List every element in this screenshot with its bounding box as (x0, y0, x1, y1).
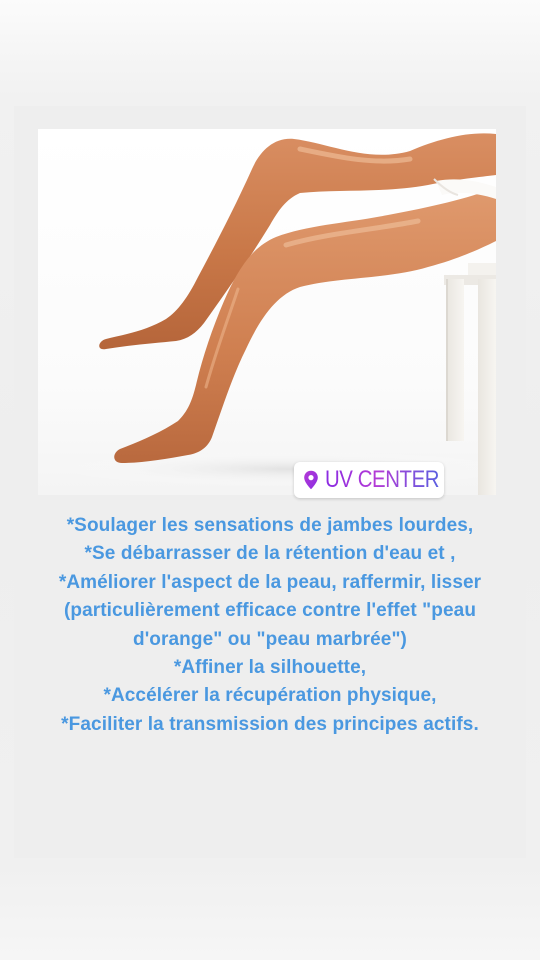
location-sticker[interactable]: UV CENTER (294, 462, 444, 498)
location-pin-icon (303, 470, 319, 490)
legs-illustration (58, 133, 496, 495)
benefit-item: *Se débarrasser de la rétention d'eau et… (84, 543, 456, 565)
benefit-item: *Faciliter la transmission des principes… (61, 713, 479, 735)
benefit-item: *Soulager les sensations de jambes lourd… (66, 515, 474, 536)
legs-photo (38, 129, 496, 495)
benefits-list: *Soulager les sensations de jambes lourd… (20, 512, 520, 739)
benefit-item: *Améliorer l'aspect de la peau, raffermi… (58, 571, 482, 650)
benefit-item: *Affiner la silhouette, (173, 657, 367, 679)
location-label: UV CENTER (325, 466, 440, 493)
benefit-item: *Accélérer la récupération physique, (103, 685, 437, 707)
